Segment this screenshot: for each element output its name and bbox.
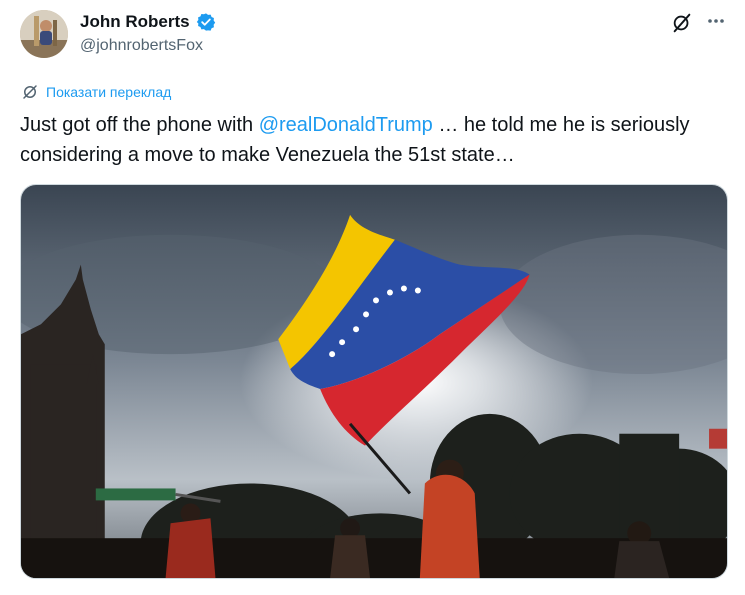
tweet-text-before: Just got off the phone with [20,114,259,136]
show-translation-link[interactable]: Показати переклад [21,83,171,101]
grok-icon[interactable] [671,12,693,34]
author-handle[interactable]: @johnrobertsFox [80,37,203,55]
author-name-row: John Roberts [80,12,216,32]
mention-link[interactable]: @realDonaldTrump [259,114,433,136]
tweet-photo[interactable] [20,184,728,579]
author-name[interactable]: John Roberts [80,12,190,32]
tweet-header: John Roberts @johnrobertsFox [20,10,731,64]
banner-fragment [709,428,727,449]
tweet-text: Just got off the phone with @realDonaldT… [20,110,720,170]
translate-icon [23,85,37,99]
avatar[interactable] [20,10,68,58]
more-options-icon[interactable] [705,10,727,32]
show-translation-label: Показати переклад [46,84,172,100]
verified-badge-icon [196,12,216,32]
